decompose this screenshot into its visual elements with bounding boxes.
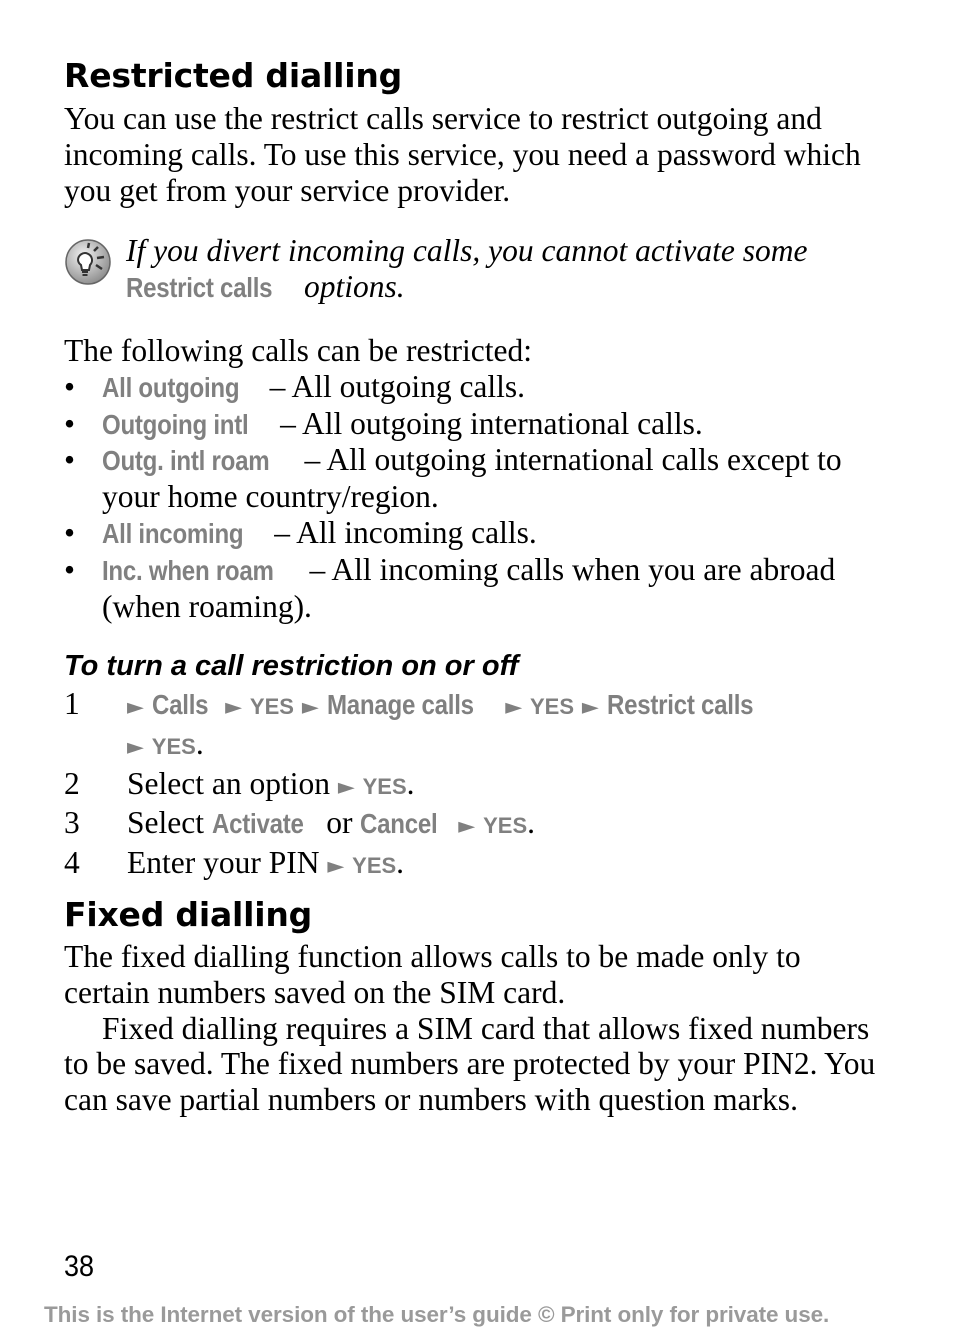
bullet: •: [64, 368, 76, 404]
tip-text-after: options.: [304, 268, 405, 304]
option-term: Outgoing intl: [102, 408, 249, 440]
section-title-restricted-dialling: Restricted dialling: [64, 56, 403, 95]
yes-key: YES: [529, 694, 575, 719]
arrow-icon: ►: [225, 695, 243, 720]
arrow-icon: ►: [581, 695, 599, 720]
option-term: All outgoing: [102, 371, 240, 403]
period: .: [396, 845, 405, 881]
option-description: – All incoming calls.: [274, 514, 537, 550]
fixed-dialling-text: The fixed dialling function allows calls…: [64, 939, 894, 1118]
fixed-paragraph-2: Fixed dialling requires a SIM card that …: [64, 1010, 876, 1118]
step-text: Select: [127, 805, 204, 841]
lightbulb-tip-icon: [65, 239, 111, 285]
list-item: • Inc. when roam – All incoming calls wh…: [64, 552, 894, 625]
step-text: Enter your PIN: [127, 845, 320, 881]
step-4: 4 Enter your PIN ► YES.: [64, 845, 894, 885]
step-number: 4: [64, 845, 80, 881]
period: .: [195, 725, 204, 761]
bullet: •: [64, 405, 76, 441]
section-title-fixed-dialling: Fixed dialling: [64, 895, 313, 934]
option-description: – All outgoing international calls.: [280, 405, 703, 441]
yes-key: YES: [151, 733, 196, 759]
arrow-icon: ►: [301, 695, 319, 720]
yes-key: YES: [249, 694, 294, 719]
option-description: – All outgoing calls.: [269, 368, 526, 404]
list-item: • All incoming – All incoming calls.: [64, 515, 894, 552]
step-text: Select an option: [127, 765, 330, 801]
restriction-list-section: The following calls can be restricted: •…: [64, 333, 894, 624]
restriction-options-list: • All outgoing – All outgoing calls. • O…: [64, 369, 894, 625]
step-3: 3 Select Activate or Cancel ► YES.: [64, 805, 894, 845]
step-number: 2: [64, 765, 80, 801]
option-cancel: Cancel: [360, 808, 438, 840]
bullet: •: [64, 551, 76, 587]
page-number: 38: [64, 1250, 95, 1283]
procedure-steps: 1 ► Calls ► YES ► Manage calls ► YES ► R…: [64, 686, 894, 885]
option-term: Inc. when roam: [102, 554, 274, 586]
bullet: •: [64, 442, 76, 478]
arrow-icon: ►: [327, 854, 345, 880]
yes-key: YES: [352, 853, 397, 879]
fixed-paragraph-1: The fixed dialling function allows calls…: [64, 939, 801, 1010]
step-number: 1: [64, 686, 80, 721]
menu-manage-calls: Manage calls: [326, 689, 474, 720]
period: .: [527, 805, 535, 841]
arrow-icon: ►: [458, 814, 476, 840]
arrow-icon: ►: [505, 695, 523, 720]
ui-term-restrict-calls: Restrict calls: [126, 271, 273, 303]
arrow-icon: ►: [337, 774, 355, 800]
period: .: [406, 765, 415, 801]
list-item: • All outgoing – All outgoing calls.: [64, 369, 894, 406]
option-term: All incoming: [102, 517, 244, 549]
option-activate: Activate: [211, 808, 304, 840]
yes-key: YES: [483, 813, 528, 839]
list-intro: The following calls can be restricted:: [64, 333, 532, 368]
tip-note-text: If you divert incoming calls, you cannot…: [126, 233, 896, 306]
menu-calls: Calls: [151, 689, 209, 720]
step-2: 2 Select an option ► YES.: [64, 766, 894, 806]
footer-notice: This is the Internet version of the user…: [44, 1302, 830, 1327]
list-item: • Outg. intl roam – All outgoing interna…: [64, 442, 894, 515]
tip-text-before: If you divert incoming calls, you cannot…: [126, 233, 808, 268]
bullet: •: [64, 514, 76, 550]
intro-paragraph: You can use the restrict calls service t…: [64, 101, 861, 208]
step-or: or: [326, 805, 353, 841]
list-item: • Outgoing intl – All outgoing internati…: [64, 406, 894, 443]
yes-key: YES: [362, 773, 407, 799]
option-term: Outg. intl roam: [102, 445, 270, 477]
step-number: 3: [64, 805, 80, 841]
procedure-title: To turn a call restriction on or off: [64, 650, 519, 682]
arrow-icon: ►: [127, 734, 144, 760]
step-1: 1 ► Calls ► YES ► Manage calls ► YES ► R…: [64, 686, 894, 766]
menu-restrict-calls: Restrict calls: [606, 689, 754, 720]
arrow-icon: ►: [127, 695, 144, 720]
